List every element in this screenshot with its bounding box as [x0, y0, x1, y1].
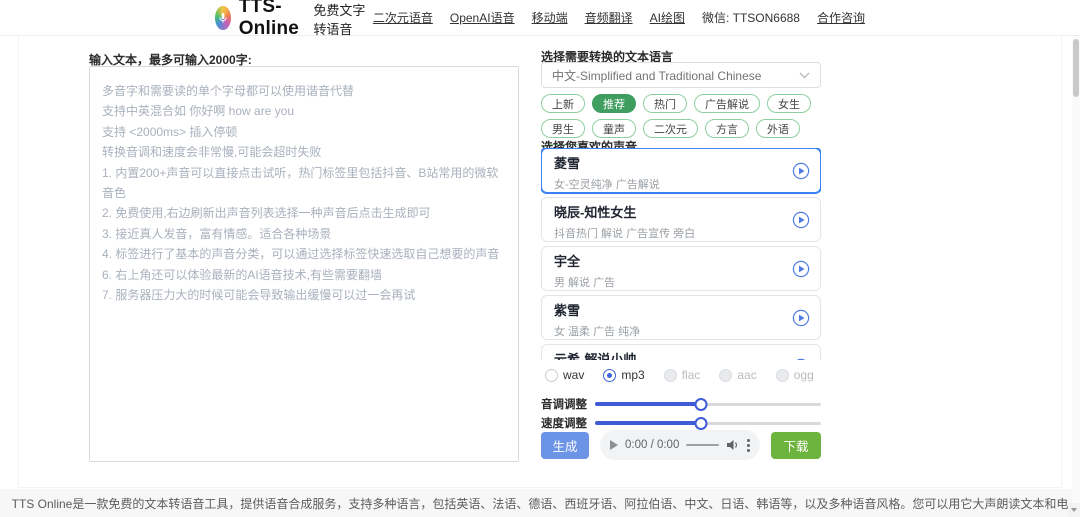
slider-track[interactable] [595, 416, 821, 430]
voice-play-icon[interactable] [792, 358, 810, 361]
format-label: aac [737, 368, 756, 382]
player-play-icon[interactable] [610, 440, 618, 450]
voice-play-icon[interactable] [792, 260, 810, 278]
radio-icon[interactable] [545, 369, 558, 382]
tag-pill[interactable]: 外语 [756, 119, 800, 138]
tag-pill[interactable]: 热门 [643, 94, 687, 113]
voice-name: 晓辰-知性女生 [554, 205, 786, 221]
scrollbar-down-button[interactable] [1068, 503, 1080, 517]
audio-player: 0:00 / 0:00 [600, 430, 760, 460]
voice-card[interactable]: 紫雪女 温柔 广告 纯净 [541, 295, 821, 340]
format-label: flac [682, 368, 701, 382]
radio-icon[interactable] [603, 369, 616, 382]
format-radio-aac: aac [719, 368, 756, 382]
app-subtitle: 免费文字转语音 [313, 0, 373, 38]
format-label: ogg [794, 368, 814, 382]
text-input[interactable] [89, 66, 519, 462]
logo-microphone-icon [215, 6, 231, 30]
nav-text-wechat: 微信: TTSON6688 [702, 9, 800, 26]
voice-card[interactable]: 宇全男 解说 广告 [541, 246, 821, 291]
voice-card[interactable]: 晓辰-知性女生抖音热门 解说 广告宣传 旁白 [541, 197, 821, 242]
voice-desc: 男 解说 广告 [554, 274, 786, 290]
app-title: TTS-Online [239, 0, 307, 40]
slider-label: 音调调整 [541, 396, 595, 412]
header: TTS-Online 免费文字转语音 二次元语音OpenAI语音移动端音频翻译A… [0, 0, 1080, 36]
language-select[interactable]: 中文-Simplified and Traditional Chinese [541, 62, 821, 88]
player-menu-icon[interactable] [747, 439, 750, 452]
format-options: wav mp3 flac aac ogg [545, 368, 814, 382]
voice-play-icon[interactable] [792, 211, 810, 229]
radio-icon [776, 369, 789, 382]
nav-link[interactable]: 二次元语音 [373, 9, 433, 26]
slider-label: 速度调整 [541, 415, 595, 431]
slider-thumb[interactable] [695, 417, 708, 430]
voice-name: 紫雪 [554, 303, 786, 319]
logo: TTS-Online 免费文字转语音 [215, 0, 373, 40]
nav-link[interactable]: 合作咨询 [817, 9, 865, 26]
nav-link[interactable]: AI绘图 [650, 9, 685, 26]
nav-link[interactable]: 移动端 [532, 9, 568, 26]
page-scrollbar[interactable] [1072, 36, 1080, 517]
slider-row: 速度调整 [541, 415, 821, 431]
player-progress-bar[interactable] [686, 444, 719, 446]
tag-pill[interactable]: 推荐 [592, 94, 636, 113]
slider-row: 音调调整 [541, 396, 821, 412]
language-select-value: 中文-Simplified and Traditional Chinese [552, 67, 761, 84]
format-label: wav [563, 368, 584, 382]
tag-pill[interactable]: 上新 [541, 94, 585, 113]
actions-row: 生成 0:00 / 0:00 下载 [541, 430, 821, 460]
slider-track[interactable] [595, 397, 821, 411]
voice-card[interactable]: 云希-解说小帅 [541, 344, 821, 360]
tag-pill[interactable]: 广告解说 [694, 94, 760, 113]
radio-icon [719, 369, 732, 382]
format-label: mp3 [621, 368, 644, 382]
footer: TTS Online是一款免费的文本转语音工具，提供语音合成服务，支持多种语言，… [0, 489, 1080, 517]
nav-link[interactable]: OpenAI语音 [450, 9, 515, 26]
voice-desc: 女-空灵纯净 广告解说 [554, 176, 786, 192]
tag-pill[interactable]: 童声 [592, 119, 636, 138]
slider-thumb[interactable] [695, 398, 708, 411]
download-button[interactable]: 下载 [771, 432, 821, 459]
tag-pill[interactable]: 女生 [767, 94, 811, 113]
header-nav: 二次元语音 OpenAI语音移动端音频翻译 AI绘图微信: TTSON6688 合作咨… [373, 9, 865, 26]
right-panel: 选择需要转换的文本语言 中文-Simplified and Traditiona… [541, 36, 821, 488]
voice-card[interactable]: 菱雪女-空灵纯净 广告解说 [541, 148, 821, 193]
voice-desc: 抖音热门 解说 广告宣传 旁白 [554, 225, 786, 241]
radio-icon [664, 369, 677, 382]
voice-desc: 女 温柔 广告 纯净 [554, 323, 786, 339]
tag-pill[interactable]: 二次元 [643, 119, 698, 138]
main-content: 输入文本，最多可输入2000字: 选择需要转换的文本语言 中文-Simplifi… [18, 36, 1062, 488]
nav-link[interactable]: 音频翻译 [585, 9, 633, 26]
chevron-down-icon [799, 68, 810, 82]
scrollbar-thumb[interactable] [1073, 39, 1079, 97]
voice-play-icon[interactable] [792, 162, 810, 180]
generate-button[interactable]: 生成 [541, 432, 589, 459]
format-radio-wav[interactable]: wav [545, 368, 584, 382]
voice-play-icon[interactable] [792, 309, 810, 327]
voice-list: 菱雪女-空灵纯净 广告解说晓辰-知性女生抖音热门 解说 广告宣传 旁白宇全男 解… [541, 148, 821, 360]
voice-name: 宇全 [554, 254, 786, 270]
volume-icon[interactable] [726, 439, 740, 451]
player-time: 0:00 / 0:00 [625, 439, 679, 451]
footer-text: TTS Online是一款免费的文本转语音工具，提供语音合成服务，支持多种语言，… [12, 495, 1069, 512]
voice-name: 菱雪 [554, 156, 786, 172]
format-radio-ogg: ogg [776, 368, 814, 382]
tag-pill[interactable]: 男生 [541, 119, 585, 138]
tag-pill[interactable]: 方言 [705, 119, 749, 138]
format-radio-flac: flac [664, 368, 701, 382]
format-radio-mp3[interactable]: mp3 [603, 368, 644, 382]
voice-name: 云希-解说小帅 [554, 352, 786, 360]
